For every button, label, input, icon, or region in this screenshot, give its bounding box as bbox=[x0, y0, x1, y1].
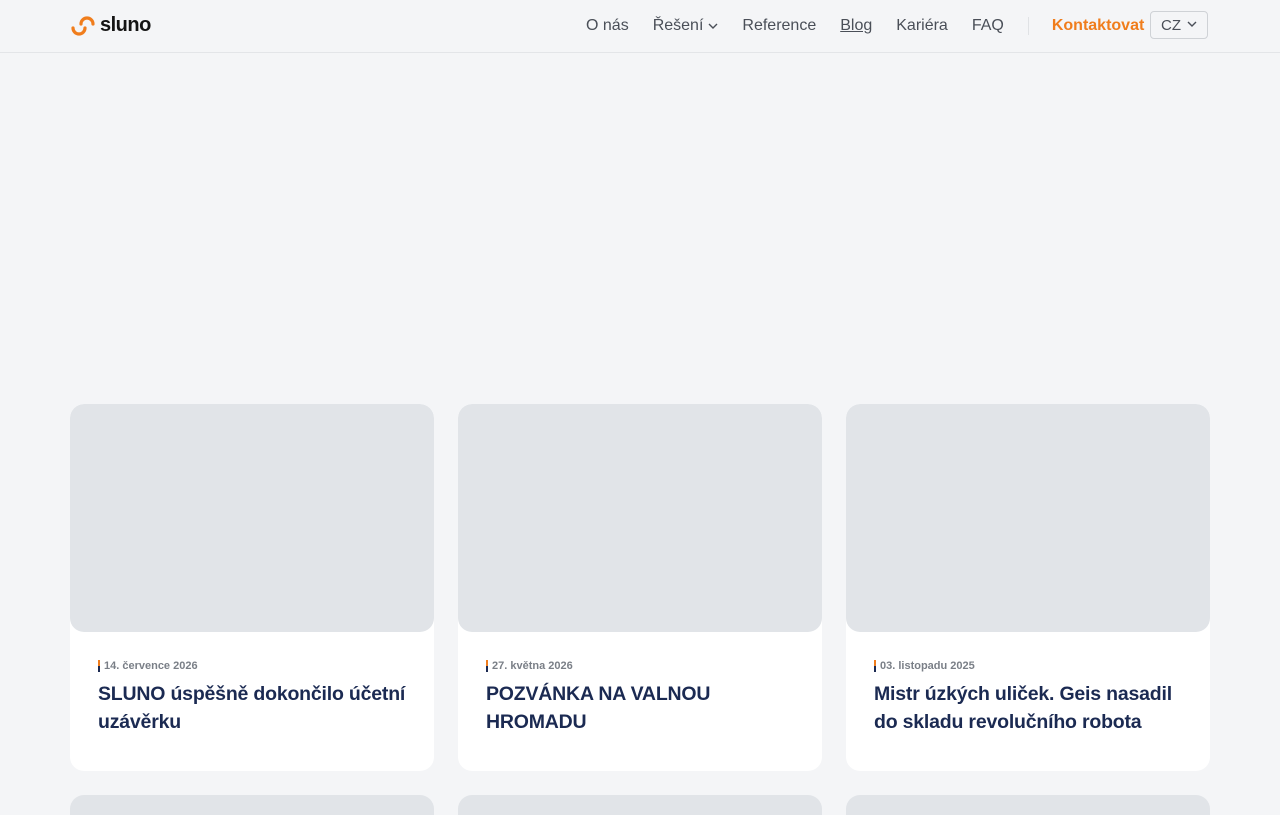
sun-logo-icon bbox=[71, 15, 95, 36]
blog-card-next-row[interactable] bbox=[458, 795, 822, 815]
nav-item-reference[interactable]: Reference bbox=[742, 17, 816, 35]
logo-text: sluno bbox=[100, 14, 151, 36]
blog-card[interactable]: 14. července 2026 SLUNO úspěšně dokončil… bbox=[70, 404, 434, 771]
language-select[interactable]: CZ bbox=[1150, 11, 1208, 39]
contact-link[interactable]: Kontaktovat bbox=[1052, 17, 1144, 35]
nav-divider bbox=[1027, 17, 1029, 35]
blog-card-date-text: 27. května 2026 bbox=[492, 660, 573, 672]
nav-item-o-nas[interactable]: O nás bbox=[586, 17, 629, 35]
logo[interactable]: sluno bbox=[70, 14, 151, 37]
blog-card-date-text: 03. listopadu 2025 bbox=[880, 660, 975, 672]
blog-card-image bbox=[846, 404, 1210, 632]
blog-card-title[interactable]: SLUNO úspěšně dokončilo účetní uzávěrku bbox=[98, 680, 406, 736]
language-value: CZ bbox=[1161, 16, 1181, 34]
blog-card[interactable]: 03. listopadu 2025 Mistr úzkých uliček. … bbox=[846, 404, 1210, 771]
blog-card-date: 27. května 2026 bbox=[486, 660, 794, 672]
blog-card-date: 03. listopadu 2025 bbox=[874, 660, 1182, 672]
blog-card-title[interactable]: Mistr úzkých uliček. Geis nasadil do skl… bbox=[874, 680, 1182, 736]
blog-card-next-row[interactable] bbox=[70, 795, 434, 815]
nav-item-kariera[interactable]: Kariéra bbox=[896, 17, 948, 35]
site-header: sluno O nás Řešení Reference Blog Kariér… bbox=[0, 0, 1280, 53]
blog-card-date-text: 14. července 2026 bbox=[104, 660, 198, 672]
blog-card-next-row[interactable] bbox=[846, 795, 1210, 815]
nav-item-blog[interactable]: Blog bbox=[840, 17, 872, 35]
main-nav: O nás Řešení Reference Blog Kariéra FAQ … bbox=[586, 0, 1144, 52]
date-marker bbox=[98, 660, 100, 672]
blog-card-title[interactable]: POZVÁNKA NA VALNOU HROMADU bbox=[486, 680, 794, 736]
nav-item-faq[interactable]: FAQ bbox=[972, 17, 1004, 35]
blog-card-image bbox=[458, 404, 822, 632]
blog-card-image bbox=[70, 404, 434, 632]
chevron-down-icon bbox=[1187, 21, 1197, 27]
date-marker bbox=[486, 660, 488, 672]
date-marker bbox=[874, 660, 876, 672]
nav-item-reseni-label: Řešení bbox=[652, 17, 704, 34]
blog-card-date: 14. července 2026 bbox=[98, 660, 406, 672]
nav-item-reseni[interactable]: Řešení bbox=[653, 17, 719, 35]
chevron-down-icon bbox=[708, 23, 718, 29]
blog-card[interactable]: 27. května 2026 POZVÁNKA NA VALNOU HROMA… bbox=[458, 404, 822, 771]
